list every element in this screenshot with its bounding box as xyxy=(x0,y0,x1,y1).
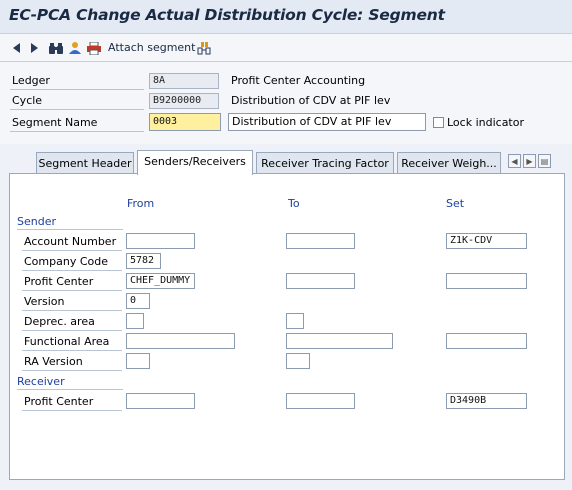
ledger-field: 8A xyxy=(149,73,219,89)
overview-icon[interactable] xyxy=(196,40,212,56)
ra-version-label: RA Version xyxy=(24,355,83,368)
receiver-group-underline xyxy=(17,389,123,390)
functional-area-from-input[interactable] xyxy=(126,333,235,349)
version-label: Version xyxy=(24,295,65,308)
column-header-from: From xyxy=(127,197,155,210)
deprec-area-label: Deprec. area xyxy=(24,315,95,328)
row-underline xyxy=(22,330,122,331)
row-underline xyxy=(22,290,122,291)
triangle-left-icon[interactable] xyxy=(10,40,24,56)
tab-receiver-weighting[interactable]: Receiver Weigh... xyxy=(397,152,501,174)
lock-indicator-label: Lock indicator xyxy=(447,116,524,129)
receiver-profit-center-to-input[interactable] xyxy=(286,393,355,409)
segment-name-input[interactable]: 0003 xyxy=(149,113,221,131)
deprec-area-from-input[interactable] xyxy=(126,313,144,329)
tab-segment-header[interactable]: Segment Header xyxy=(36,152,134,174)
tab-receiver-tracing-factor[interactable]: Receiver Tracing Factor xyxy=(256,152,394,174)
segment-name-label: Segment Name xyxy=(12,116,98,129)
cycle-field: B9200000 xyxy=(149,93,219,109)
column-header-set: Set xyxy=(446,197,465,210)
row-underline xyxy=(22,250,122,251)
profit-center-from-input[interactable]: CHEF_DUMMY xyxy=(126,273,195,289)
row-underline xyxy=(22,350,122,351)
row-underline xyxy=(22,270,122,271)
version-from-input[interactable]: 0 xyxy=(126,293,150,309)
company-code-label: Company Code xyxy=(24,255,108,268)
ra-version-to-input[interactable] xyxy=(286,353,310,369)
senders-receivers-panel: From To Set Sender Account Number Z1K-CD… xyxy=(9,173,565,480)
page-title: EC-PCA Change Actual Distribution Cycle:… xyxy=(9,6,445,24)
receiver-group-heading: Receiver xyxy=(17,375,65,388)
binoculars-icon[interactable] xyxy=(48,40,64,56)
segment-description-input[interactable]: Distribution of CDV at PIF lev xyxy=(228,113,426,131)
person-icon[interactable] xyxy=(67,40,83,56)
sender-group-heading: Sender xyxy=(17,215,56,228)
tab-scroll-left-icon[interactable]: ◀ xyxy=(508,154,521,168)
row-underline xyxy=(22,310,122,311)
functional-area-to-input[interactable] xyxy=(286,333,393,349)
profit-center-to-input[interactable] xyxy=(286,273,355,289)
ledger-description: Profit Center Accounting xyxy=(231,74,366,87)
title-bar: EC-PCA Change Actual Distribution Cycle:… xyxy=(0,0,572,34)
cycle-label-underline xyxy=(10,109,144,110)
account-number-set-input[interactable]: Z1K-CDV xyxy=(446,233,527,249)
tab-scroll-right-icon[interactable]: ▶ xyxy=(523,154,536,168)
tab-list-icon[interactable]: ▤ xyxy=(538,154,551,168)
triangle-right-icon[interactable] xyxy=(28,40,42,56)
account-number-from-input[interactable] xyxy=(126,233,195,249)
ledger-label-underline xyxy=(10,89,144,90)
row-underline xyxy=(22,370,122,371)
ra-version-from-input[interactable] xyxy=(126,353,150,369)
profit-center-label: Profit Center xyxy=(24,275,94,288)
row-underline xyxy=(22,410,122,411)
lock-indicator-checkbox[interactable] xyxy=(433,117,444,128)
functional-area-label: Functional Area xyxy=(24,335,110,348)
header-area: Ledger 8A Profit Center Accounting Cycle… xyxy=(0,62,572,144)
deprec-area-to-input[interactable] xyxy=(286,313,304,329)
receiver-profit-center-from-input[interactable] xyxy=(126,393,195,409)
receiver-profit-center-set-input[interactable]: D3490B xyxy=(446,393,527,409)
cycle-description: Distribution of CDV at PIF lev xyxy=(231,94,391,107)
cycle-label: Cycle xyxy=(12,94,43,107)
application-toolbar: Attach segment xyxy=(0,34,572,62)
attach-segment-button[interactable]: Attach segment xyxy=(108,41,195,54)
print-icon[interactable] xyxy=(86,40,102,56)
column-header-to: To xyxy=(288,197,300,210)
ledger-label: Ledger xyxy=(12,74,50,87)
company-code-from-input[interactable]: 5782 xyxy=(126,253,161,269)
functional-area-set-input[interactable] xyxy=(446,333,527,349)
receiver-profit-center-label: Profit Center xyxy=(24,395,94,408)
sender-group-underline xyxy=(17,229,123,230)
profit-center-set-input[interactable] xyxy=(446,273,527,289)
account-number-to-input[interactable] xyxy=(286,233,355,249)
tab-strip: Segment Header Senders/Receivers Receive… xyxy=(0,144,572,175)
segment-label-underline xyxy=(10,131,144,132)
account-number-label: Account Number xyxy=(24,235,117,248)
tab-senders-receivers[interactable]: Senders/Receivers xyxy=(137,150,253,175)
